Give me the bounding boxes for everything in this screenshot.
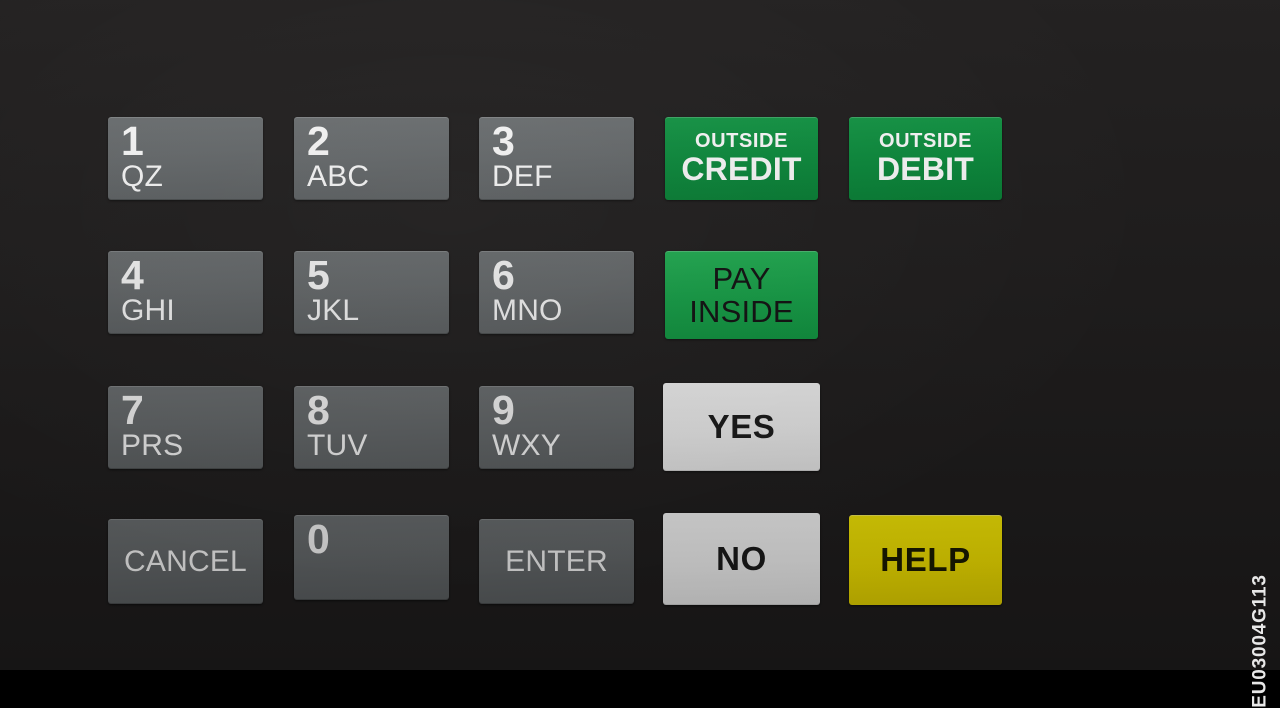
key-enter[interactable]: ENTER — [479, 519, 634, 604]
key-4[interactable]: 4 GHI — [108, 251, 263, 334]
outside-debit-label: OUTSIDE DEBIT — [849, 117, 1002, 200]
outside-credit-label: OUTSIDE CREDIT — [665, 117, 818, 200]
key-no[interactable]: NO — [663, 513, 820, 605]
key-9-letters: WXY — [492, 429, 561, 462]
no-label: NO — [716, 540, 767, 577]
key-1[interactable]: 1 QZ — [108, 117, 263, 200]
outside-debit-line2: DEBIT — [877, 150, 974, 187]
key-3-digit: 3 — [492, 118, 515, 164]
key-7-letters: PRS — [121, 429, 184, 462]
keypad-overlay: 1 QZ 2 ABC 3 DEF OUTSIDE CREDIT OUTSIDE … — [0, 0, 1280, 708]
pay-inside-line2: INSIDE — [689, 294, 794, 329]
key-2[interactable]: 2 ABC — [294, 117, 449, 200]
key-outside-credit[interactable]: OUTSIDE CREDIT — [665, 117, 818, 200]
key-7[interactable]: 7 PRS — [108, 386, 263, 469]
cancel-label: CANCEL — [124, 544, 247, 578]
key-0[interactable]: 0 — [294, 515, 449, 600]
part-number: EU03004G113 — [1246, 452, 1276, 707]
pay-inside-line1: PAY — [712, 260, 771, 296]
key-8-digit: 8 — [307, 387, 330, 433]
key-3[interactable]: 3 DEF — [479, 117, 634, 200]
outside-credit-line1: OUTSIDE — [694, 129, 789, 152]
key-4-letters: GHI — [121, 294, 175, 327]
key-6[interactable]: 6 MNO — [479, 251, 634, 334]
key-outside-debit[interactable]: OUTSIDE DEBIT — [849, 117, 1002, 200]
key-cancel[interactable]: CANCEL — [108, 519, 263, 604]
outside-debit-line1: OUTSIDE — [878, 129, 973, 152]
key-1-digit: 1 — [121, 118, 144, 164]
key-yes[interactable]: YES — [663, 383, 820, 471]
key-5-letters: JKL — [307, 294, 360, 327]
key-2-letters: ABC — [307, 160, 370, 193]
key-7-digit: 7 — [121, 387, 144, 433]
key-5[interactable]: 5 JKL — [294, 251, 449, 334]
key-0-digit: 0 — [307, 516, 330, 562]
key-8[interactable]: 8 TUV — [294, 386, 449, 469]
pay-inside-label: PAY INSIDE — [665, 251, 818, 339]
yes-label: YES — [707, 408, 776, 445]
enter-label: ENTER — [505, 544, 608, 578]
key-2-digit: 2 — [307, 118, 330, 164]
key-5-digit: 5 — [307, 252, 330, 298]
key-9[interactable]: 9 WXY — [479, 386, 634, 469]
key-1-letters: QZ — [121, 160, 164, 193]
key-3-letters: DEF — [492, 160, 553, 193]
key-6-letters: MNO — [492, 294, 563, 327]
key-6-digit: 6 — [492, 252, 515, 298]
key-pay-inside[interactable]: PAY INSIDE — [665, 251, 818, 339]
part-number-text: EU03004G113 — [1250, 574, 1271, 708]
key-help[interactable]: HELP — [849, 515, 1002, 605]
help-label: HELP — [880, 541, 971, 578]
outside-credit-line2: CREDIT — [681, 150, 802, 187]
key-4-digit: 4 — [121, 252, 144, 298]
key-8-letters: TUV — [307, 429, 368, 462]
key-9-digit: 9 — [492, 387, 515, 433]
